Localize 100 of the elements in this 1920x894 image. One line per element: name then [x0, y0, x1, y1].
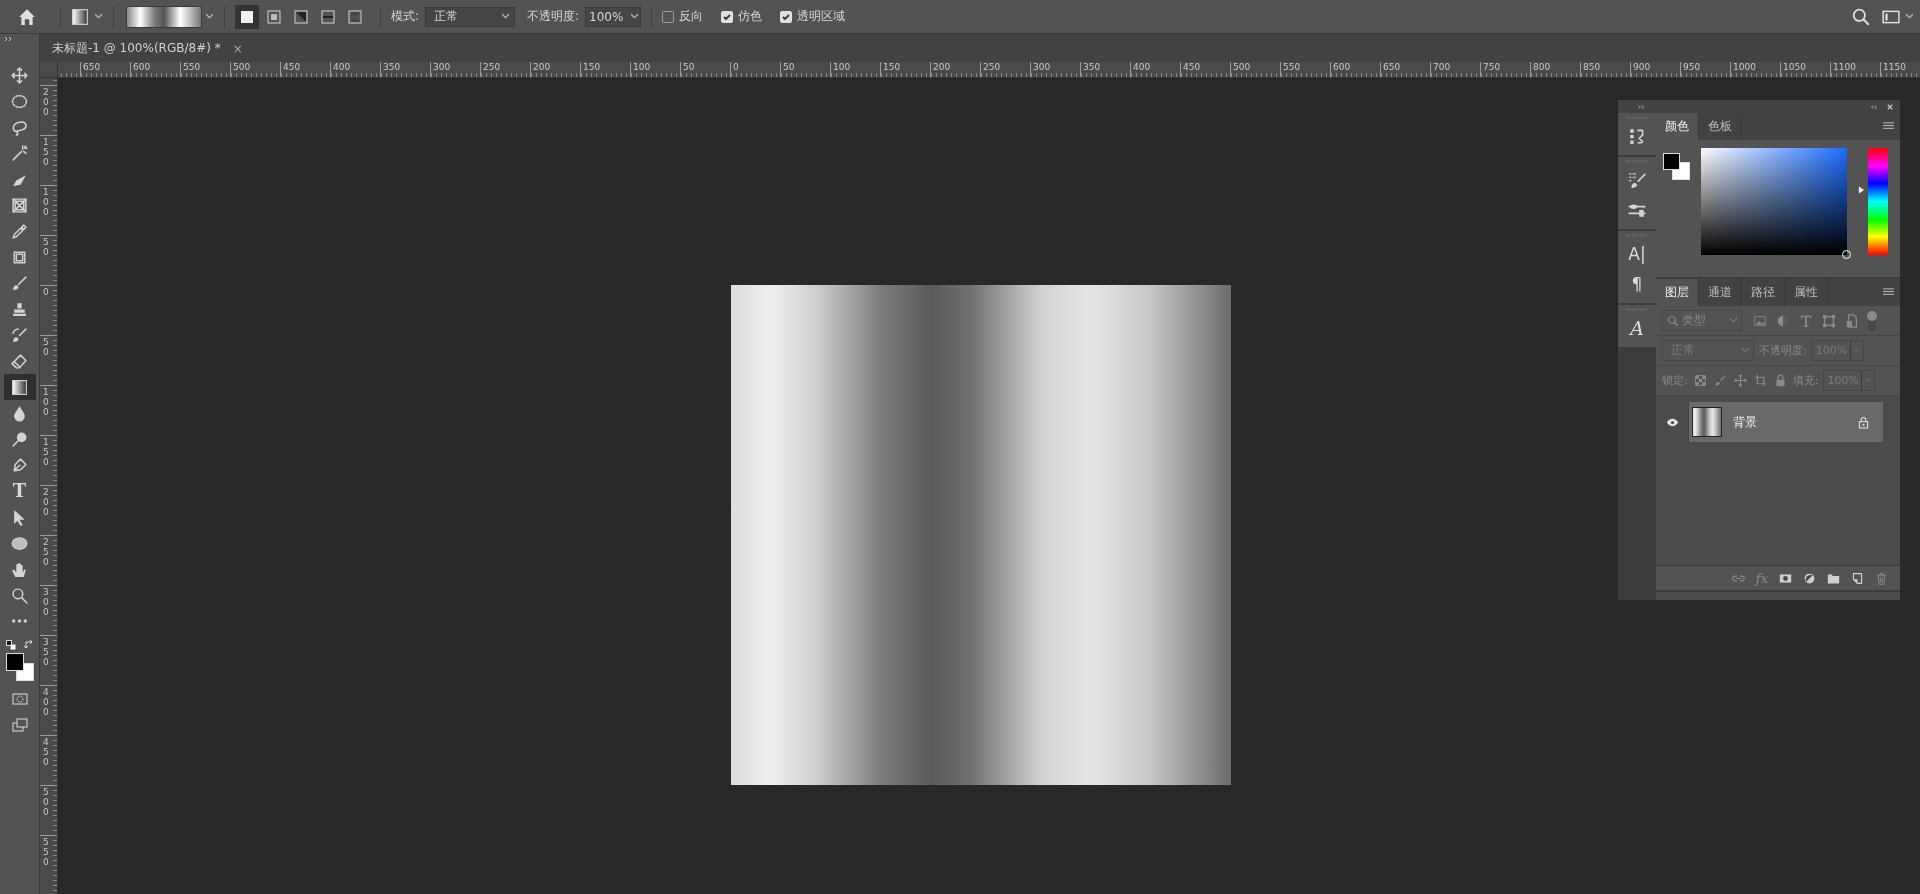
checkbox[interactable]: 透明区域	[780, 8, 846, 25]
ruler-label: 0	[43, 287, 50, 297]
lollipop-icon	[11, 430, 28, 448]
gradient-icon	[11, 378, 28, 396]
hand-icon	[11, 560, 28, 578]
ruler-label: 600	[130, 62, 180, 77]
search-icon[interactable]	[1852, 7, 1870, 26]
tool-button[interactable]	[3, 374, 36, 400]
caret-icon[interactable]	[1905, 12, 1914, 21]
ruler-label: 250	[480, 62, 530, 77]
ruler-label: 200	[43, 487, 50, 517]
ruler-label: 500	[1230, 62, 1280, 77]
move-icon	[11, 66, 28, 84]
ruler-label: 650	[80, 62, 130, 77]
ruler-label: 400	[330, 62, 380, 77]
gradient-tool-preset-icon[interactable]	[71, 7, 89, 26]
pen-icon	[11, 456, 28, 474]
ruler-label: 200	[930, 62, 980, 77]
ruler-label: 900	[1630, 62, 1680, 77]
ruler-label: 150	[43, 437, 50, 467]
ruler-label: 150	[43, 137, 50, 167]
eye-icon[interactable]	[1665, 417, 1679, 427]
zoom-icon	[11, 586, 28, 604]
checkmark-icon	[781, 11, 792, 22]
panel-tab[interactable]: 色板	[1699, 113, 1742, 140]
ruler-label: 400	[1130, 62, 1180, 77]
panel-tab[interactable]: 属性	[1785, 279, 1828, 306]
ruler-label: 50	[780, 62, 830, 77]
ruler-label: 450	[1180, 62, 1230, 77]
screen-mode-icon[interactable]	[11, 717, 28, 733]
ruler-label: 50	[43, 337, 50, 357]
search-icon	[1667, 314, 1679, 327]
collapse-icon[interactable]	[1870, 103, 1878, 110]
foreground-background-swatches[interactable]	[1662, 152, 1690, 180]
marquee-icon	[11, 92, 28, 110]
gradient-preview[interactable]	[126, 5, 202, 28]
ruler-label: 0	[730, 62, 780, 77]
hue-slider-thumb[interactable]	[1858, 184, 1865, 195]
checker-lock-icon[interactable]	[1693, 374, 1707, 387]
mode-label: 模式:	[391, 8, 420, 25]
caret-icon	[630, 12, 640, 21]
layer-thumbnail	[1692, 407, 1722, 437]
ruler-label: 350	[380, 62, 430, 77]
linear-gradient-icon[interactable]	[235, 4, 259, 29]
default-colors-icon[interactable]	[5, 640, 16, 650]
ruler-label: 950	[1680, 62, 1730, 77]
expand-icon[interactable]	[4, 36, 14, 42]
panel-tab[interactable]: 图层	[1656, 279, 1699, 306]
layer-name: 背景	[1733, 413, 1757, 431]
ruler-label: 650	[1380, 62, 1430, 77]
stamp-icon	[11, 300, 28, 318]
more-icon	[12, 619, 27, 623]
caret-icon	[501, 12, 511, 21]
menu-icon[interactable]	[1883, 122, 1894, 131]
ellipse-icon	[11, 534, 28, 552]
ruler-label: 150	[580, 62, 630, 77]
close-icon[interactable]	[1886, 103, 1894, 110]
filter-toggle[interactable]	[1868, 310, 1876, 331]
caret-icon	[1741, 346, 1750, 355]
opacity-label: 不透明度:	[527, 8, 580, 25]
expand-icon[interactable]	[1638, 103, 1646, 110]
type-tool[interactable]: T	[3, 478, 36, 504]
quick-mask-icon[interactable]	[11, 691, 28, 707]
checkbox[interactable]: 仿色	[721, 8, 763, 25]
opacity-field[interactable]: 100%	[585, 6, 642, 27]
ruler-label: 600	[1330, 62, 1380, 77]
ruler-label: 1100	[1830, 62, 1880, 77]
layer-row[interactable]: 背景	[1689, 402, 1883, 442]
swap-arrow-icon[interactable]	[23, 640, 34, 650]
adjustment-layer-icon[interactable]	[1803, 571, 1816, 585]
ruler-label: 1050	[1780, 62, 1830, 77]
foreground-background-swatches[interactable]	[5, 653, 34, 681]
ruler-label: 700	[1430, 62, 1480, 77]
ruler-label: 250	[980, 62, 1030, 77]
document-tab[interactable]: 未标题-1 @ 100%(RGB/8#) * ×	[42, 35, 251, 62]
ruler-label: 450	[280, 62, 330, 77]
ruler-label: 350	[1080, 62, 1130, 77]
close-tab-button[interactable]: ×	[232, 41, 243, 56]
caret-icon[interactable]	[205, 12, 214, 21]
ruler-label: 300	[430, 62, 480, 77]
brush-icon	[11, 274, 28, 292]
panel-tab[interactable]: 通道	[1699, 279, 1742, 306]
brush-arrow-icon	[11, 326, 28, 344]
eraser-icon	[11, 352, 28, 370]
mode-dropdown[interactable]: 正常	[425, 6, 516, 27]
mask-icon[interactable]	[1779, 571, 1792, 585]
hue-slider[interactable]	[1858, 148, 1888, 255]
panel-tab[interactable]: 路径	[1742, 279, 1785, 306]
ruler-label: 550	[180, 62, 230, 77]
new-layer-icon[interactable]	[1851, 571, 1864, 585]
saturation-brightness-field[interactable]	[1701, 148, 1847, 255]
lock-icon[interactable]	[1858, 415, 1869, 429]
folder-icon[interactable]	[1827, 571, 1840, 585]
panel-tab[interactable]: 颜色	[1656, 113, 1699, 140]
menu-icon[interactable]	[1883, 288, 1894, 297]
caret-icon[interactable]	[94, 12, 103, 21]
home-icon[interactable]	[18, 7, 36, 26]
ruler-label: 450	[43, 737, 50, 767]
checkbox[interactable]: 反向	[662, 8, 704, 25]
ruler-label: 250	[43, 537, 50, 567]
